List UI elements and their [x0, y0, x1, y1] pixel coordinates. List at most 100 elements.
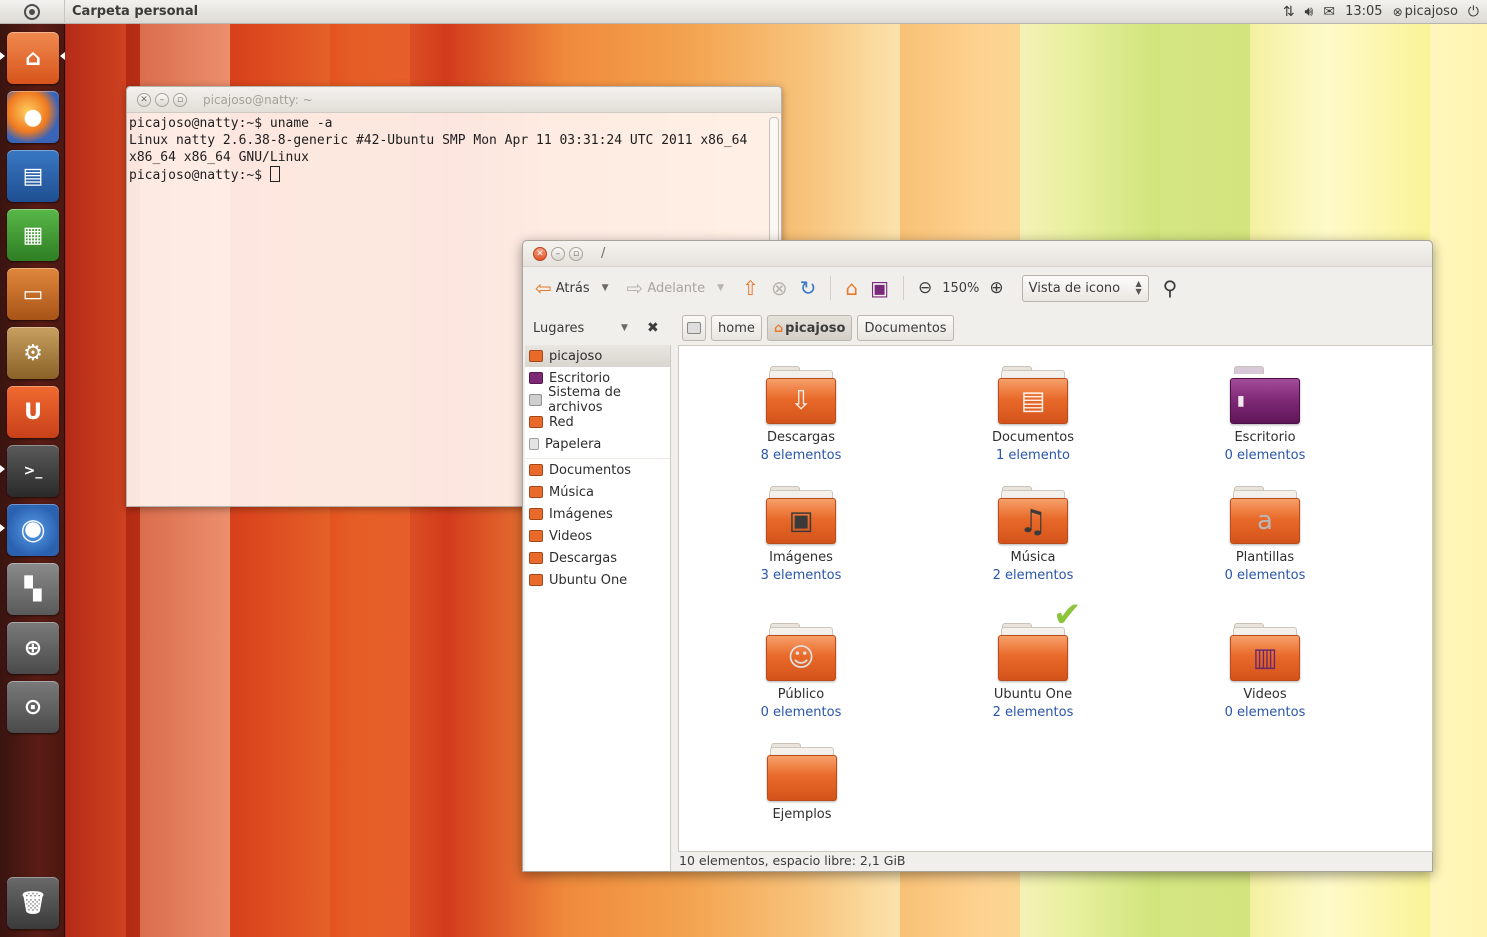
- sidebar-item-musica[interactable]: Música: [525, 481, 670, 503]
- icon-view[interactable]: ⇩ Descargas 8 elementos ▤ Documentos 1 e…: [678, 345, 1433, 852]
- reload-button[interactable]: ↻: [796, 273, 821, 303]
- clock[interactable]: 13:05: [1345, 4, 1382, 19]
- running-indicator: [0, 52, 5, 60]
- desktop-icon: [529, 372, 543, 384]
- calc-launcher-icon[interactable]: ▦: [7, 209, 59, 261]
- desktop-folder-icon: ▮: [1230, 378, 1300, 424]
- terminal-line: picajoso@natty:~$: [129, 168, 270, 183]
- folder-item-musica[interactable]: ♫ Música 2 elementos: [958, 486, 1108, 585]
- minimize-icon[interactable]: –: [551, 246, 565, 261]
- volume-icon[interactable]: 🔊︎: [1305, 4, 1314, 20]
- chevron-down-icon[interactable]: ▼: [602, 283, 609, 293]
- search-files-launcher-icon[interactable]: ⊙: [7, 681, 59, 733]
- folder-item-descargas[interactable]: ⇩ Descargas 8 elementos: [726, 366, 876, 465]
- ubuntu-one-launcher-icon[interactable]: U: [7, 386, 59, 438]
- close-icon[interactable]: ✕: [137, 92, 151, 107]
- folder-item-imagenes[interactable]: ▣ Imágenes 3 elementos: [726, 486, 876, 585]
- documents-folder-icon: [529, 464, 543, 476]
- folder-item-ejemplos[interactable]: Ejemplos: [727, 743, 877, 824]
- sidebar-item-filesystem[interactable]: Sistema de archivos: [525, 385, 670, 415]
- file-count: 0 elementos: [1224, 448, 1306, 463]
- view-mode-select[interactable]: Vista de icono ▲ ▼: [1021, 274, 1149, 302]
- folder-item-publico[interactable]: ☺ Público 0 elementos: [726, 623, 876, 722]
- writer-launcher-icon[interactable]: ▤: [7, 150, 59, 202]
- back-arrow-icon: ⇦: [535, 276, 552, 300]
- sidebar-item-videos[interactable]: Videos: [525, 525, 670, 547]
- chevron-down-icon[interactable]: ▼: [717, 283, 724, 293]
- videos-folder-icon: [529, 530, 543, 542]
- sidebar-item-documentos[interactable]: Documentos: [525, 459, 670, 481]
- folder-item-escritorio[interactable]: ▮ Escritorio 0 elementos: [1190, 366, 1340, 465]
- firefox-launcher-icon[interactable]: ●: [7, 91, 59, 143]
- terminal-line: x86_64 x86_64 GNU/Linux: [129, 150, 310, 165]
- user-name[interactable]: picajoso: [1405, 4, 1458, 19]
- file-count: 1 elemento: [996, 448, 1070, 463]
- places-header[interactable]: Lugares ▼ ✖: [523, 320, 671, 336]
- software-center-launcher-icon[interactable]: ⚙: [7, 327, 59, 379]
- forward-button[interactable]: ⇨ Adelante ▼: [623, 273, 729, 303]
- user-status-icon[interactable]: ⊗: [1393, 5, 1403, 19]
- home-button[interactable]: ⌂: [841, 273, 862, 303]
- file-manager-window: ✕ – ▫ / ⇦ Atrás ▼ ⇨ Adelante ▼ ⇧ ⊗ ↻ ⌂ ▣…: [522, 240, 1433, 872]
- running-indicator: [0, 524, 5, 532]
- terminal-titlebar[interactable]: ✕ – ▫ picajoso@natty: ~: [127, 87, 781, 113]
- sidebar-item-label: Documentos: [549, 462, 632, 478]
- messaging-icon[interactable]: ✉: [1323, 4, 1335, 20]
- impress-launcher-icon[interactable]: ▭: [7, 268, 59, 320]
- chromium-launcher-icon[interactable]: ◯: [7, 504, 59, 556]
- workspace-switcher-launcher-icon[interactable]: ▚: [7, 563, 59, 615]
- folder-item-ubuntu-one[interactable]: ✔ Ubuntu One 2 elementos: [958, 595, 1108, 722]
- folder-item-videos[interactable]: ▥ Videos 0 elementos: [1190, 623, 1340, 722]
- sidebar-item-label: Imágenes: [549, 506, 613, 522]
- zoom-in-button[interactable]: ⊕: [985, 273, 1007, 303]
- up-button[interactable]: ⇧: [738, 273, 763, 303]
- file-name: Videos: [1243, 687, 1287, 702]
- search-icon: ⚲: [1162, 276, 1178, 300]
- back-button[interactable]: ⇦ Atrás ▼: [531, 273, 613, 303]
- sidebar-item-picajoso[interactable]: picajoso: [525, 345, 670, 367]
- maximize-icon[interactable]: ▫: [173, 92, 187, 107]
- computer-button[interactable]: ▣: [866, 273, 893, 303]
- sidebar-item-ubuntu-one[interactable]: Ubuntu One: [525, 569, 670, 591]
- stop-button[interactable]: ⊗: [767, 273, 792, 303]
- power-icon[interactable]: ⏻: [1468, 4, 1479, 20]
- network-icon[interactable]: ⇅: [1283, 4, 1295, 20]
- breadcrumb-root[interactable]: [682, 315, 706, 341]
- sidebar-item-label: picajoso: [549, 348, 603, 364]
- terminal-launcher-icon[interactable]: >_: [7, 445, 59, 497]
- breadcrumb-home[interactable]: home: [711, 315, 762, 341]
- zoom-launcher-icon[interactable]: ⊕: [7, 622, 59, 674]
- file-count: 8 elementos: [760, 448, 842, 463]
- sidebar-item-descargas[interactable]: Descargas: [525, 547, 670, 569]
- trash-launcher-icon[interactable]: 🗑︎: [7, 877, 59, 929]
- breadcrumb-picajoso[interactable]: ⌂ picajoso: [766, 315, 853, 341]
- up-arrow-icon: ⇧: [742, 276, 759, 300]
- places-sidebar: picajoso Escritorio Sistema de archivos …: [525, 345, 671, 871]
- maximize-icon[interactable]: ▫: [569, 246, 583, 261]
- file-name: Descargas: [766, 430, 835, 445]
- folder-item-plantillas[interactable]: a Plantillas 0 elementos: [1190, 486, 1340, 585]
- folder-item-documentos[interactable]: ▤ Documentos 1 elemento: [958, 366, 1108, 465]
- launcher: ⌂ ● ▤ ▦ ▭ ⚙ U >_ ◯ ▚ ⊕ ⊙ 🗑︎: [0, 24, 65, 937]
- file-manager-titlebar[interactable]: ✕ – ▫ /: [523, 241, 1432, 267]
- indicator-area: ⇅ 🔊︎ ✉ 13:05 ⊗ picajoso ⏻: [1283, 4, 1487, 20]
- file-count: 3 elementos: [760, 568, 842, 583]
- minimize-icon[interactable]: –: [155, 92, 169, 107]
- sidebar-item-imagenes[interactable]: Imágenes: [525, 503, 670, 525]
- dash-button[interactable]: [0, 0, 65, 24]
- search-button[interactable]: ⚲: [1159, 273, 1182, 303]
- file-count: 2 elementos: [992, 705, 1074, 720]
- close-icon[interactable]: ✕: [533, 246, 547, 261]
- breadcrumb-label: picajoso: [785, 320, 846, 336]
- templates-folder-icon: a: [1230, 498, 1300, 544]
- chevron-down-icon[interactable]: ▼: [621, 323, 628, 333]
- terminal-line: Linux natty 2.6.38-8-generic #42-Ubuntu …: [129, 133, 748, 148]
- zoom-out-button[interactable]: ⊖: [914, 273, 936, 303]
- terminal-output[interactable]: picajoso@natty:~$ uname -a Linux natty 2.…: [127, 113, 781, 186]
- close-sidebar-icon[interactable]: ✖: [647, 320, 659, 336]
- breadcrumb-documentos[interactable]: Documentos: [857, 315, 954, 341]
- sidebar-item-papelera[interactable]: Papelera: [525, 433, 670, 455]
- running-indicator: [0, 465, 5, 473]
- home-folder-launcher-icon[interactable]: ⌂: [7, 32, 59, 84]
- folder-icon: [529, 574, 543, 586]
